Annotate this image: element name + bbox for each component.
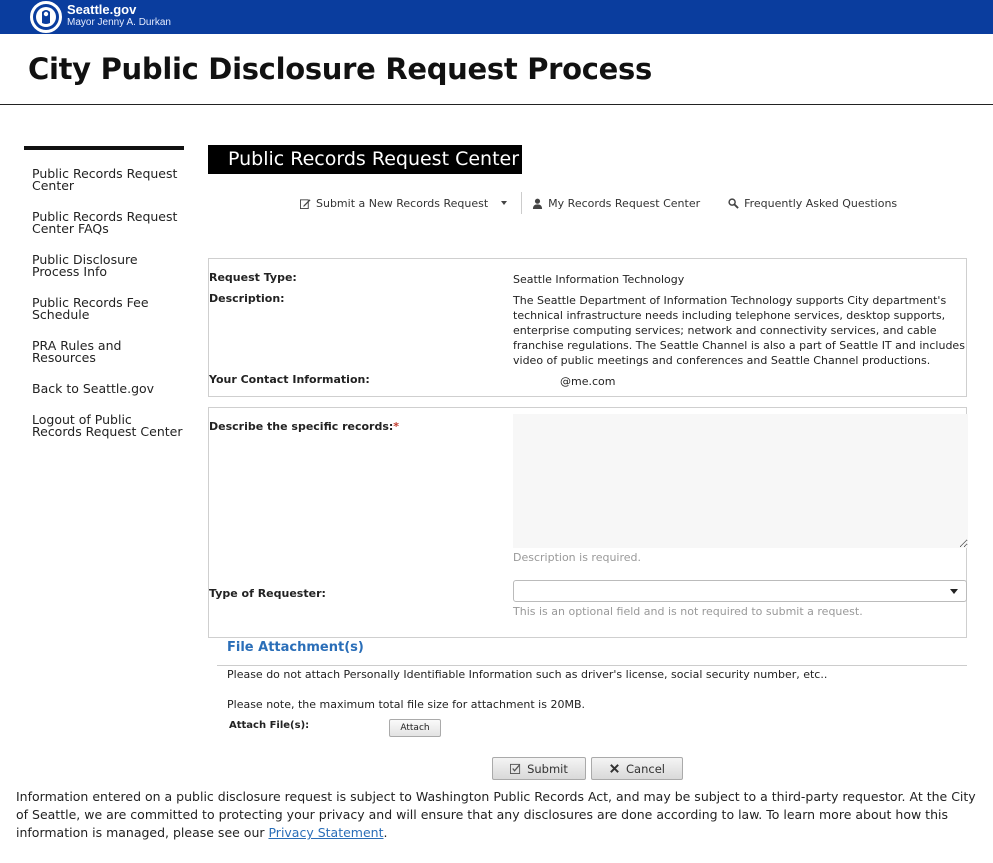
request-nav: Submit a New Records Request My Records … [300,192,897,214]
top-banner: Seattle.gov Mayor Jenny A. Durkan [0,0,993,34]
seattle-seal-icon[interactable] [30,1,62,33]
records-label-text: Describe the specific records: [209,420,394,433]
contact-info-label: Your Contact Information: [209,373,370,386]
submit-new-request-menu[interactable]: Submit a New Records Request [300,196,508,210]
records-label: Describe the specific records:* [209,420,399,433]
sidebar-item-disclosure-process-info[interactable]: Public Disclosure Process Info [32,253,184,278]
request-type-value: Seattle Information Technology [513,273,685,286]
nav-divider [521,192,523,214]
request-info-panel: Request Type: Seattle Information Techno… [208,258,967,397]
cancel-button[interactable]: Cancel [591,757,683,780]
attachments-pii-note: Please do not attach Personally Identifi… [227,668,828,681]
sidebar: Public Records Request Center Public Rec… [24,146,184,457]
privacy-notice-text: Information entered on a public disclosu… [16,789,976,840]
brand-title[interactable]: Seattle.gov [67,2,136,17]
sidebar-item-pra-rules[interactable]: PRA Rules and Resources [32,339,184,364]
submit-new-request-label: Submit a New Records Request [316,196,489,210]
user-icon [533,198,543,209]
attach-files-label: Attach File(s): [229,720,310,731]
request-form-panel: Describe the specific records:* Descript… [208,407,968,638]
submit-label: Submit [527,761,568,776]
faq-label: Frequently Asked Questions [744,196,898,210]
description-value: The Seattle Department of Information Te… [513,294,965,367]
sidebar-item-back-to-seattle[interactable]: Back to Seattle.gov [32,382,184,395]
sidebar-item-fee-schedule[interactable]: Public Records Fee Schedule [32,296,184,321]
privacy-notice-end: . [383,825,388,840]
description-label: Description: [209,292,285,305]
edit-icon [300,198,311,209]
submit-button[interactable]: Submit [492,757,586,780]
requester-type-label: Type of Requester: [209,587,326,600]
brand-subtitle: Mayor Jenny A. Durkan [67,17,171,28]
chevron-down-icon [501,201,508,205]
sidebar-item-request-center-faqs[interactable]: Public Records Request Center FAQs [32,210,184,235]
privacy-statement-link[interactable]: Privacy Statement [268,825,383,840]
cancel-label: Cancel [626,761,665,776]
privacy-notice: Information entered on a public disclosu… [16,788,981,842]
faq-link[interactable]: Frequently Asked Questions [728,197,897,210]
close-icon [610,764,619,773]
chevron-down-icon [950,589,958,594]
records-hint: Description is required. [513,551,642,564]
page-title: City Public Disclosure Request Process [28,52,652,86]
attachments-size-note: Please note, the maximum total file size… [227,698,585,711]
attachments-divider [217,665,967,666]
contact-info-value: @me.com [560,375,616,388]
my-records-request-center-link[interactable]: My Records Request Center [532,197,700,210]
request-type-label: Request Type: [209,271,297,284]
sidebar-item-request-center[interactable]: Public Records Request Center [32,167,184,192]
required-mark: * [393,420,400,433]
my-records-label: My Records Request Center [548,196,701,210]
search-icon [728,197,739,209]
requester-type-select[interactable] [513,580,967,602]
attach-button[interactable]: Attach [389,719,441,737]
title-divider [0,104,993,105]
check-icon [510,763,521,774]
requester-hint: This is an optional field and is not req… [513,605,863,618]
file-attachments-title: File Attachment(s) [227,640,364,655]
center-heading: Public Records Request Center [208,145,522,174]
records-description-input[interactable] [513,414,968,548]
sidebar-item-logout[interactable]: Logout of Public Records Request Center [32,413,184,438]
